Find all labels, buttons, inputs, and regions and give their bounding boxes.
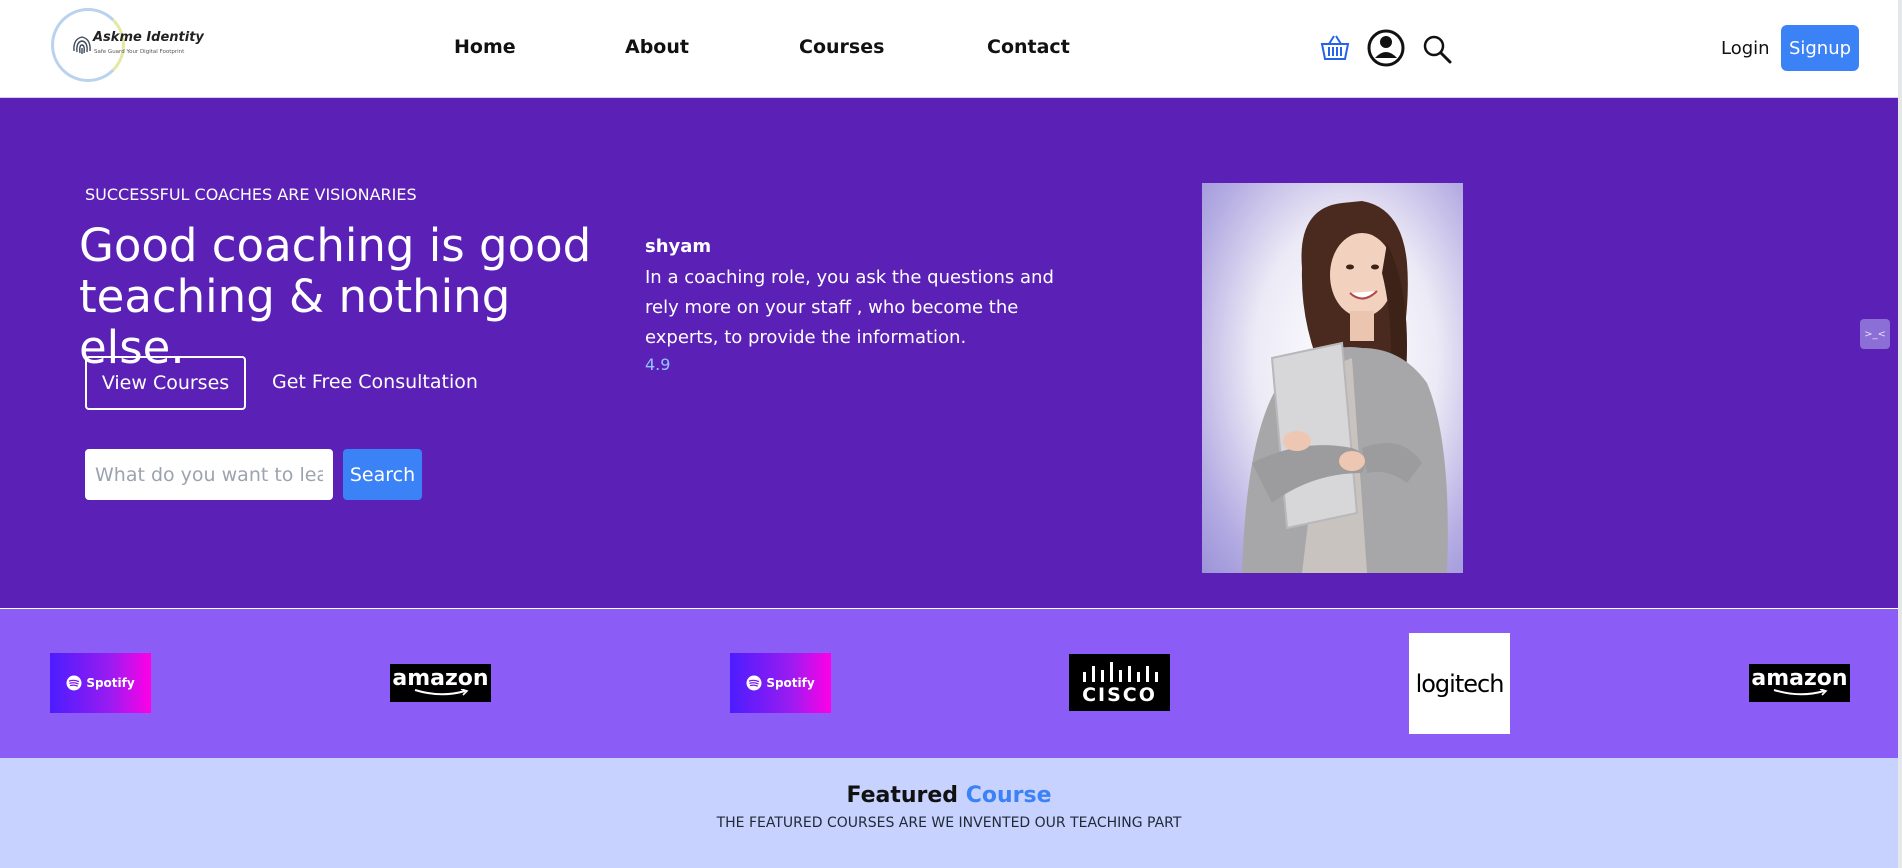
amazon-logo: amazon — [390, 664, 491, 702]
nav-about[interactable]: About — [625, 36, 689, 58]
cisco-bars-icon — [1082, 661, 1158, 682]
nav-courses[interactable]: Courses — [799, 36, 884, 58]
hero-section: SUCCESSFUL COACHES ARE VISIONARIES Good … — [0, 98, 1898, 608]
hero-eyebrow: SUCCESSFUL COACHES ARE VISIONARIES — [85, 185, 417, 204]
nav-home[interactable]: Home — [454, 36, 516, 58]
view-courses-button[interactable]: View Courses — [85, 356, 246, 410]
amazon-label: amazon — [1751, 666, 1848, 691]
search-icon[interactable] — [1422, 34, 1452, 68]
featured-section: Featured Course THE FEATURED COURSES ARE… — [0, 758, 1898, 868]
coach-photo — [1202, 183, 1463, 573]
cisco-label: CISCO — [1082, 683, 1157, 706]
logo-name: Askme Identity — [93, 30, 204, 45]
testimonial-author: shyam — [645, 236, 712, 257]
page-scrollbar[interactable] — [1898, 0, 1902, 868]
search-button[interactable]: Search — [343, 449, 422, 500]
side-widget-tab[interactable]: >_< — [1860, 319, 1890, 349]
spotify-icon — [746, 675, 762, 691]
spotify-logo: Spotify — [50, 653, 151, 713]
brand-logo[interactable]: Askme Identity Safe Guard Your Digital F… — [51, 8, 204, 88]
amazon-smile-icon — [414, 689, 468, 696]
login-link[interactable]: Login — [1721, 38, 1770, 59]
spotify-label: Spotify — [766, 676, 815, 690]
testimonial-rating: 4.9 — [645, 355, 671, 374]
testimonial-quote: In a coaching role, you ask the question… — [645, 267, 1054, 348]
amazon-smile-icon — [1773, 689, 1827, 696]
coach-illustration — [1242, 201, 1448, 573]
logo-tagline: Safe Guard Your Digital Footprint — [94, 49, 185, 55]
spotify-logo: Spotify — [730, 653, 831, 713]
testimonial: shyam In a coaching role, you ask the qu… — [645, 236, 1085, 374]
hero-title: Good coaching is good teaching & nothing… — [79, 219, 592, 374]
user-circle-icon[interactable] — [1367, 27, 1405, 73]
amazon-logo: amazon — [1749, 664, 1850, 702]
logitech-label: logitech — [1415, 669, 1505, 698]
nav-contact[interactable]: Contact — [987, 36, 1070, 58]
search-input[interactable] — [85, 449, 333, 500]
spotify-label: Spotify — [86, 676, 135, 690]
fingerprint-icon — [73, 36, 91, 54]
cisco-logo: CISCO — [1069, 654, 1170, 711]
free-consultation-link[interactable]: Get Free Consultation — [272, 371, 478, 393]
partner-logos-band: Spotify amazon Spotify CISCO logitech am… — [0, 609, 1898, 758]
site-header: Askme Identity Safe Guard Your Digital F… — [0, 0, 1898, 98]
featured-heading-main: Featured — [846, 783, 959, 808]
featured-heading: Featured Course — [0, 783, 1898, 808]
spotify-icon — [66, 675, 82, 691]
amazon-label: amazon — [392, 666, 489, 691]
featured-subtitle: THE FEATURED COURSES ARE WE INVENTED OUR… — [716, 815, 1182, 831]
logitech-logo: logitech — [1409, 633, 1510, 734]
featured-heading-accent: Course — [965, 783, 1052, 808]
basket-icon[interactable] — [1320, 33, 1350, 65]
signup-button[interactable]: Signup — [1781, 25, 1859, 71]
